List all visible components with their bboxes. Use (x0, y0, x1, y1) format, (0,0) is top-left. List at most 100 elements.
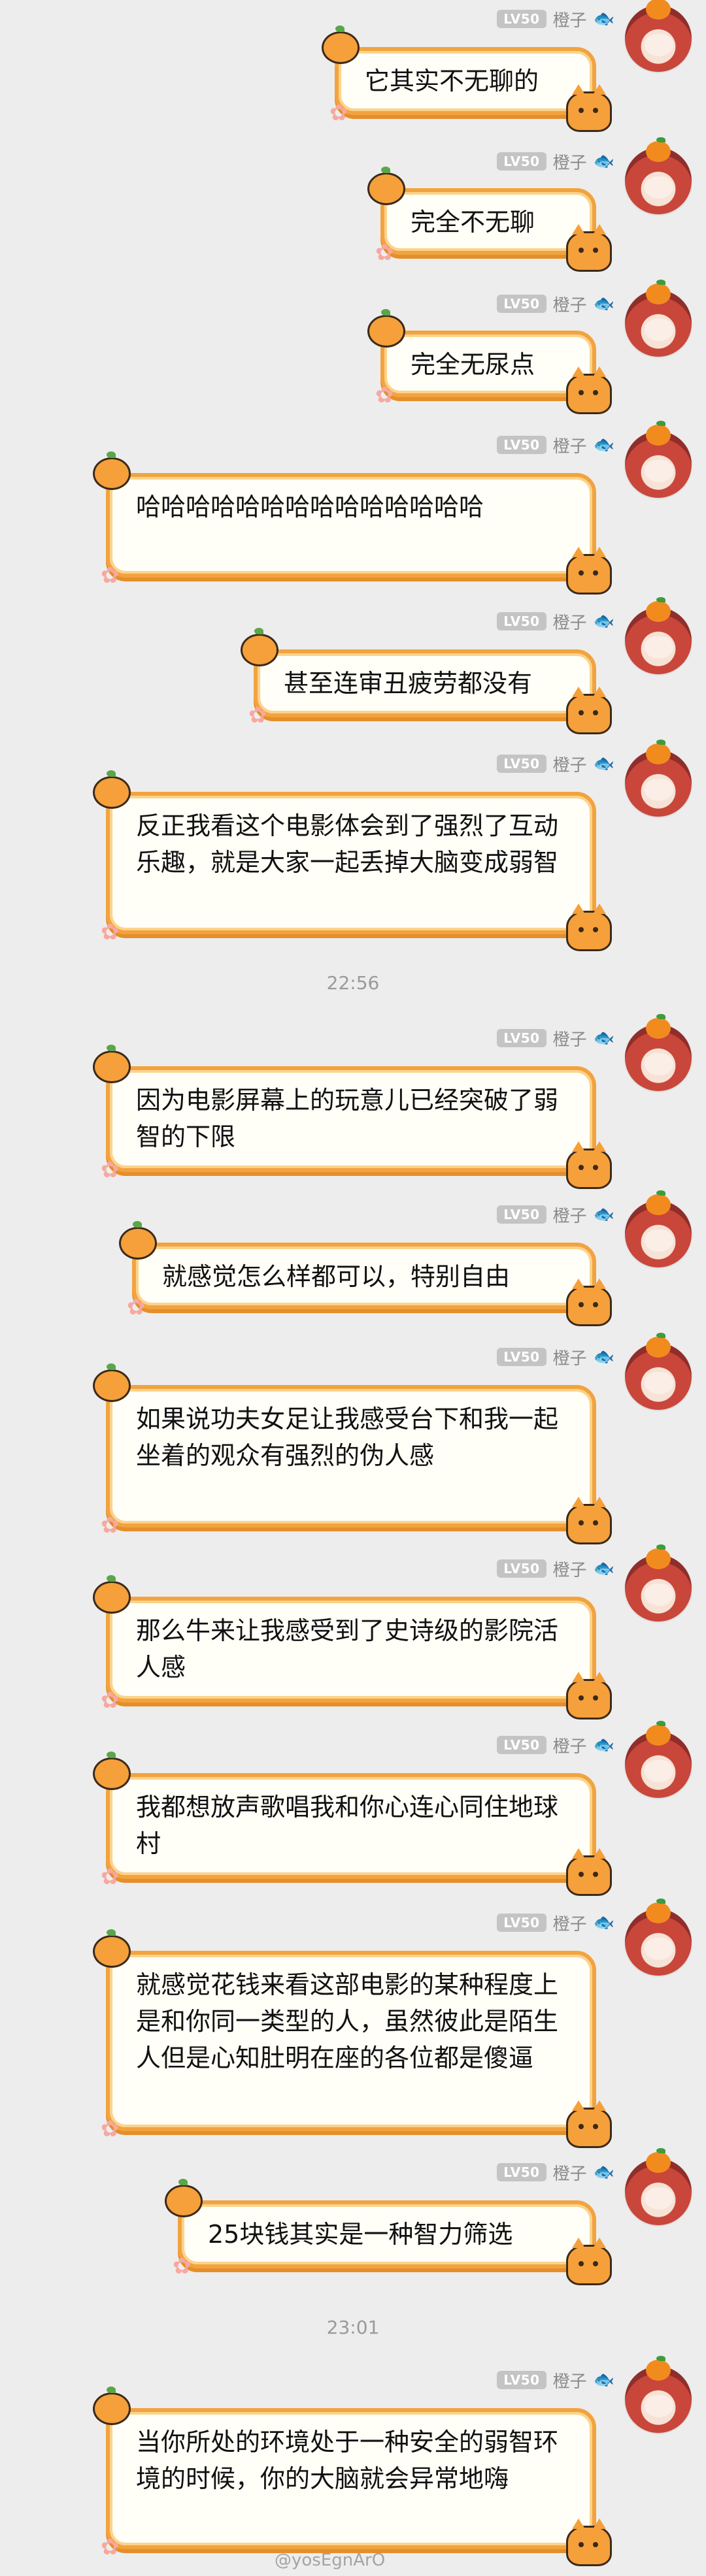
chat-bubble[interactable]: 如果说功夫女足让我感受台下和我一起坐着的观众有强烈的伪人感 ✿ (93, 1363, 612, 1544)
avatar[interactable] (625, 597, 692, 674)
sender-meta: LV50 橙子 🐟 (497, 1026, 614, 1051)
cat-face-icon (566, 1141, 612, 1189)
sender-name[interactable]: 橙子 (553, 1345, 587, 1369)
chat-bubble[interactable]: 它其实不无聊的 ✿ (322, 25, 612, 132)
message-text: 完全不无聊 (411, 208, 535, 236)
face-icon (645, 34, 673, 56)
chat-bubble[interactable]: 完全不无聊 ✿ (367, 167, 612, 272)
face-icon (645, 1760, 673, 1782)
chat-bubble[interactable]: 完全无尿点 ✿ (367, 309, 612, 414)
orange-fruit-icon (646, 284, 671, 304)
avatar[interactable] (625, 1721, 692, 1798)
level-badge: LV50 (497, 1205, 546, 1224)
face-icon (645, 1584, 673, 1606)
sender-name[interactable]: 橙子 (553, 752, 587, 776)
sender-meta: LV50 橙子 🐟 (497, 610, 614, 634)
chat-bubble[interactable]: 当你所处的环境处于一种安全的弱智环境的时候，你的大脑就会异常地嗨 ✿ (93, 2387, 612, 2566)
orange-fruit-icon (165, 2179, 203, 2217)
orange-fruit-icon (646, 601, 671, 622)
avatar[interactable] (625, 1899, 692, 1976)
paw-print-icon: ✿ (375, 382, 394, 408)
chat-bubble[interactable]: 甚至连审丑疲劳都没有 ✿ (241, 628, 612, 734)
message-text: 那么牛来让我感受到了史诗级的影院活人感 (136, 1616, 559, 1682)
avatar[interactable] (625, 2148, 692, 2225)
sender-name[interactable]: 橙子 (553, 1911, 587, 1935)
level-badge: LV50 (497, 1559, 546, 1578)
fish-icon: 🐟 (593, 1913, 614, 1932)
face-icon (645, 1938, 673, 1960)
timestamp: 22:56 (326, 972, 380, 994)
sender-name[interactable]: 橙子 (553, 292, 587, 316)
paw-print-icon: ✿ (101, 2116, 120, 2142)
leaf-icon (656, 280, 665, 285)
message-text: 就感觉花钱来看这部电影的某种程度上是和你同一类型的人，虽然彼此是陌生人但是心知肚… (136, 1970, 559, 2072)
sender-name[interactable]: 橙子 (553, 1026, 587, 1051)
fish-icon: 🐟 (593, 1735, 614, 1755)
cat-face-icon (566, 84, 612, 132)
orange-fruit-icon (646, 743, 671, 764)
chat-bubble[interactable]: 哈哈哈哈哈哈哈哈哈哈哈哈哈哈 ✿ (93, 451, 612, 595)
cat-face-icon (566, 367, 612, 414)
avatar[interactable] (625, 1333, 692, 1410)
paw-print-icon: ✿ (375, 240, 394, 266)
paw-print-icon: ✿ (101, 2534, 120, 2560)
leaf-icon (656, 421, 665, 426)
paw-print-icon: ✿ (127, 1294, 146, 1320)
orange-fruit-icon (367, 167, 405, 205)
sender-meta: LV50 橙子 🐟 (497, 1203, 614, 1226)
face-icon (645, 636, 673, 659)
sender-meta: LV50 橙子 🐟 (497, 150, 614, 174)
chat-bubble[interactable]: 就感觉怎么样都可以，特别自由 ✿ (119, 1221, 612, 1326)
message-text: 当你所处的环境处于一种安全的弱智环境的时候，你的大脑就会异常地嗨 (136, 2428, 559, 2493)
sender-name[interactable]: 橙子 (553, 7, 587, 31)
sender-name[interactable]: 橙子 (553, 2160, 587, 2185)
leaf-icon (656, 1721, 665, 1726)
face-icon (645, 319, 673, 341)
sender-name[interactable]: 橙子 (553, 2368, 587, 2392)
paw-print-icon: ✿ (101, 562, 120, 589)
sender-meta: LV50 橙子 🐟 (497, 1345, 614, 1369)
avatar[interactable] (625, 740, 692, 817)
timestamp: 23:01 (326, 2317, 380, 2338)
sender-name[interactable]: 橙子 (553, 150, 587, 174)
sender-name[interactable]: 橙子 (553, 1557, 587, 1581)
level-badge: LV50 (497, 295, 546, 313)
sender-name[interactable]: 橙子 (553, 1733, 587, 1757)
fish-icon: 🐟 (593, 435, 614, 455)
message-text: 我都想放声歌唱我和你心连心同住地球村 (136, 1793, 559, 1858)
leaf-icon (656, 137, 665, 142)
fish-icon: 🐟 (593, 1205, 614, 1224)
message-text: 反正我看这个电影体会到了强烈了互动乐趣，就是大家一起丢掉大脑变成弱智 (136, 811, 559, 877)
orange-fruit-icon (93, 1045, 131, 1083)
avatar[interactable] (625, 2356, 692, 2433)
chat-bubble[interactable]: 那么牛来让我感受到了史诗级的影院活人感 ✿ (93, 1575, 612, 1720)
avatar[interactable] (625, 280, 692, 357)
chat-bubble[interactable]: 我都想放声歌唱我和你心连心同住地球村 ✿ (93, 1752, 612, 1896)
sender-name[interactable]: 橙子 (553, 433, 587, 457)
chat-bubble[interactable]: 就感觉花钱来看这部电影的某种程度上是和你同一类型的人，虽然彼此是陌生人但是心知肚… (93, 1929, 612, 2148)
chat-bubble[interactable]: 因为电影屏幕上的玩意儿已经突破了弱智的下限 ✿ (93, 1045, 612, 1189)
fish-icon: 🐟 (593, 294, 614, 314)
level-badge: LV50 (497, 1348, 546, 1366)
level-badge: LV50 (497, 612, 546, 630)
avatar[interactable] (625, 1014, 692, 1091)
sender-name[interactable]: 橙子 (553, 610, 587, 634)
avatar[interactable] (625, 1544, 692, 1622)
avatar[interactable] (625, 1190, 692, 1267)
orange-fruit-icon (241, 628, 278, 666)
sender-meta: LV50 橙子 🐟 (497, 2160, 614, 2185)
leaf-icon (656, 1899, 665, 1904)
orange-fruit-icon (322, 25, 360, 64)
face-icon (645, 2395, 673, 2417)
paw-print-icon: ✿ (101, 1512, 120, 1539)
avatar[interactable] (625, 0, 692, 72)
message-text: 因为电影屏幕上的玩意儿已经突破了弱智的下限 (136, 1086, 559, 1151)
chat-bubble[interactable]: 25块钱其实是一种智力筛选 ✿ (165, 2179, 612, 2285)
level-badge: LV50 (497, 1736, 546, 1754)
avatar[interactable] (625, 137, 692, 214)
avatar[interactable] (625, 421, 692, 498)
leaf-icon (656, 1190, 665, 1196)
chat-bubble[interactable]: 反正我看这个电影体会到了强烈了互动乐趣，就是大家一起丢掉大脑变成弱智 ✿ (93, 770, 612, 951)
cat-face-icon (566, 547, 612, 595)
sender-name[interactable]: 橙子 (553, 1203, 587, 1227)
